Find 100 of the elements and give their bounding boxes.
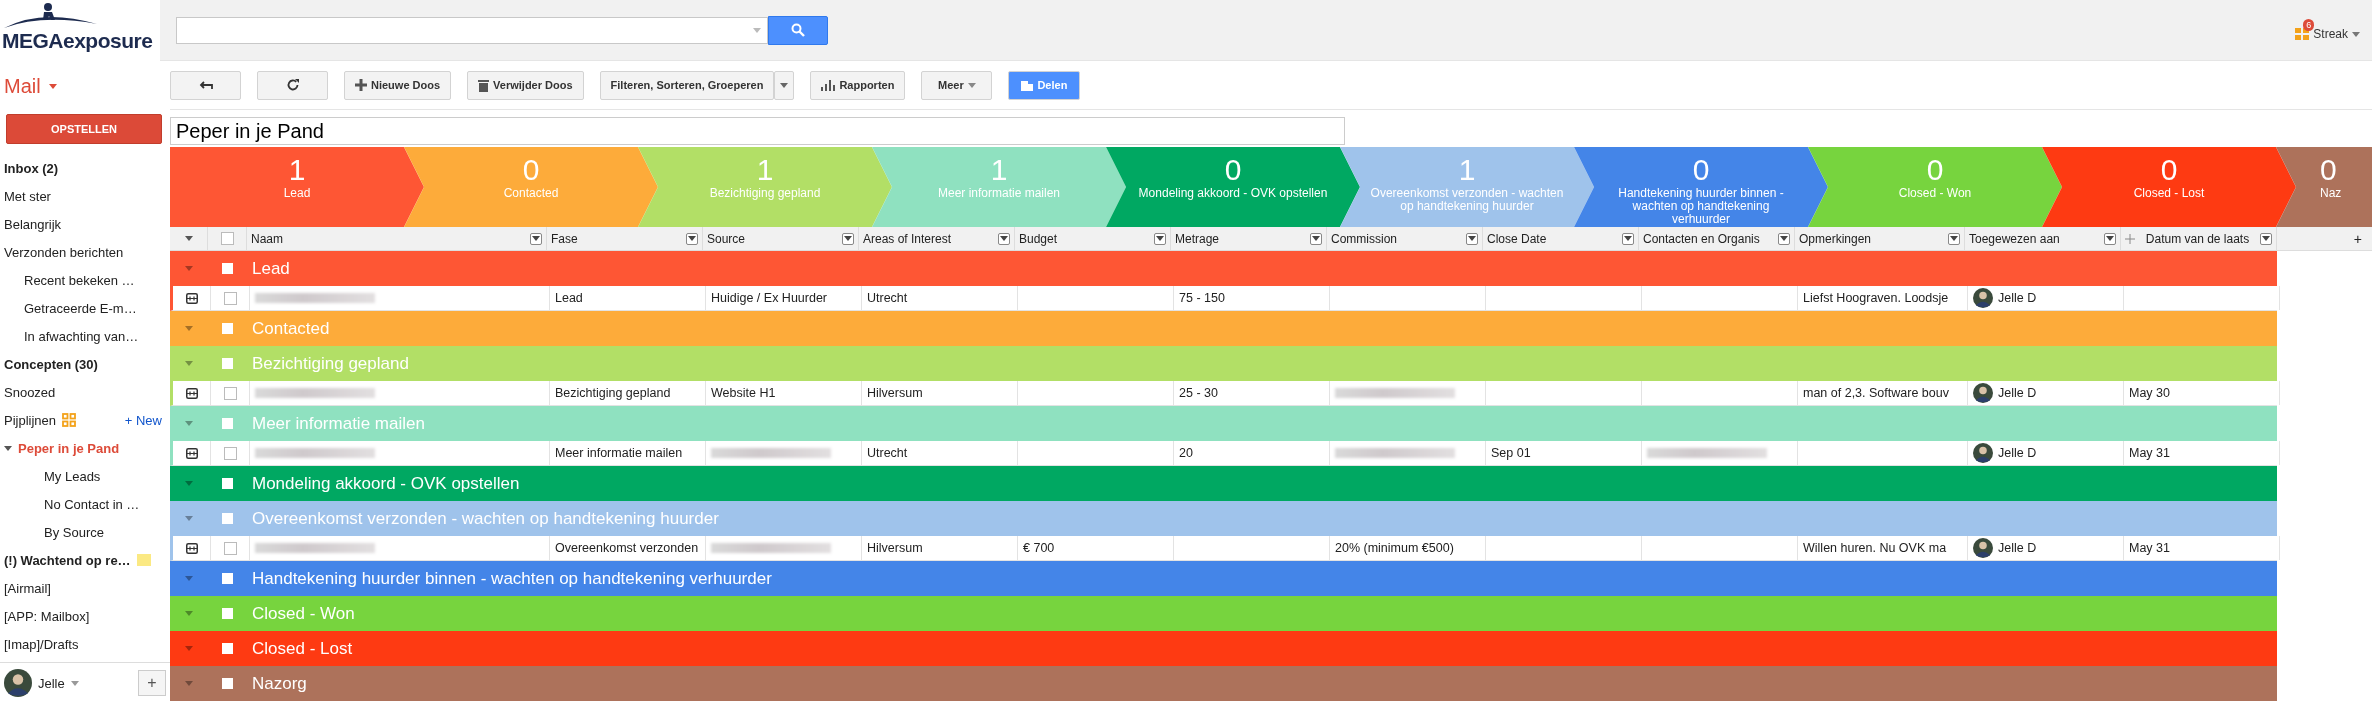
column-menu-icon[interactable]: [530, 232, 542, 245]
column-header[interactable]: Naam: [247, 227, 547, 250]
group-checkbox[interactable]: [222, 323, 233, 334]
sidebar-item[interactable]: [APP: Mailbox]: [0, 602, 170, 630]
filter-button[interactable]: Filteren, Sorteren, Groeperen: [599, 70, 775, 100]
reports-button[interactable]: Rapporten: [810, 70, 906, 100]
column-menu-icon[interactable]: [842, 232, 854, 245]
pipeline-title-field[interactable]: Peper in je Pand: [170, 117, 1345, 145]
group-checkbox[interactable]: [222, 513, 233, 524]
column-menu-icon[interactable]: [1310, 232, 1322, 245]
mail-menu[interactable]: Mail: [0, 64, 170, 100]
search-field[interactable]: [176, 16, 768, 44]
group-checkbox[interactable]: [222, 678, 233, 689]
back-button[interactable]: [170, 70, 241, 100]
row-checkbox[interactable]: [223, 386, 237, 400]
filter-dropdown-button[interactable]: [774, 70, 795, 100]
sidebar-item[interactable]: (!) Wachtend op re…: [0, 546, 170, 574]
sidebar-item[interactable]: Pijplijnen + New: [0, 406, 170, 434]
group-checkbox[interactable]: [222, 263, 233, 274]
cell-text: Willen huren. Nu OVK ma: [1803, 541, 1947, 555]
account-name[interactable]: Jelle: [38, 675, 65, 691]
group-caret-icon: [185, 576, 193, 581]
dropdown-caret-icon: [1000, 236, 1008, 241]
column-header[interactable]: Contacten en Organis: [1639, 227, 1795, 250]
open-box-icon[interactable]: [185, 292, 198, 304]
sidebar-item[interactable]: Snoozed: [0, 378, 170, 406]
caret-icon: [70, 680, 79, 686]
sidebar-item[interactable]: My Leads: [0, 462, 170, 490]
open-box-icon[interactable]: [185, 542, 198, 554]
pipeline-stage[interactable]: 0 Closed - Lost: [2042, 147, 2296, 227]
sidebar-item[interactable]: Inbox (2): [0, 154, 170, 182]
dropdown-caret-icon: [1950, 236, 1958, 241]
notification-badge: 6: [2303, 19, 2315, 31]
column-header[interactable]: Budget: [1015, 227, 1171, 250]
add-button[interactable]: +: [138, 670, 166, 696]
group-checkbox[interactable]: [222, 643, 233, 654]
column-header[interactable]: Fase: [547, 227, 703, 250]
sidebar-item[interactable]: Recent bekeken …: [0, 266, 170, 294]
more-button[interactable]: Meer: [921, 70, 993, 100]
row-checkbox[interactable]: [223, 541, 237, 555]
column-header[interactable]: Opmerkingen: [1795, 227, 1965, 250]
compose-button[interactable]: OPSTELLEN: [6, 114, 162, 144]
open-box-icon[interactable]: [185, 447, 198, 459]
sidebar-item[interactable]: Concepten (30): [0, 350, 170, 378]
delete-box-button[interactable]: Verwijder Doos: [467, 70, 584, 100]
row-checkbox[interactable]: [223, 291, 237, 305]
column-header[interactable]: Metrage: [1171, 227, 1327, 250]
column-menu-icon[interactable]: [1778, 232, 1790, 245]
pipeline-stage[interactable]: 0 Handtekening huurder binnen - wachten op handtekening verhuurder: [1574, 147, 1828, 227]
sidebar-item[interactable]: Peper in je Pand: [0, 434, 170, 462]
column-menu-icon[interactable]: [686, 232, 698, 245]
streak-menu[interactable]: 6 Streak: [2295, 19, 2360, 41]
sidebar-item[interactable]: In afwachting van…: [0, 322, 170, 350]
row-checkbox[interactable]: [223, 446, 237, 460]
column-header[interactable]: Close Date: [1483, 227, 1639, 250]
sidebar-item[interactable]: Met ster: [0, 182, 170, 210]
group-caret-icon: [185, 481, 193, 486]
column-menu-icon[interactable]: [2260, 232, 2272, 245]
group-checkbox[interactable]: [222, 358, 233, 369]
new-link[interactable]: + New: [124, 412, 162, 428]
account-avatar: [4, 669, 32, 697]
open-box-icon[interactable]: [185, 387, 198, 399]
select-all-checkbox[interactable]: [220, 232, 234, 245]
column-menu-icon[interactable]: [998, 232, 1010, 245]
group-header[interactable]: Handtekening huurder binnen - wachten op handtekening verhuurder: [170, 561, 2277, 596]
column-header[interactable]: Commission: [1327, 227, 1483, 250]
column-header[interactable]: Datum van de laats: [2121, 227, 2277, 250]
search-button[interactable]: [768, 15, 828, 45]
avatar: [1973, 383, 1993, 403]
sidebar-item[interactable]: By Source: [0, 518, 170, 546]
refresh-button[interactable]: [257, 70, 328, 100]
sidebar-item[interactable]: Getraceerde E-m…: [0, 294, 170, 322]
sidebar-item[interactable]: No Contact in …: [0, 490, 170, 518]
column-header[interactable]: Source: [703, 227, 859, 250]
column-header[interactable]: Toegewezen aan: [1965, 227, 2121, 250]
column-menu-icon[interactable]: [1948, 232, 1960, 245]
column-menu-icon[interactable]: [1154, 232, 1166, 245]
group-checkbox[interactable]: [222, 478, 233, 489]
sidebar-item[interactable]: [Imap]/Drafts: [0, 630, 170, 658]
cell-text: Hilversum: [867, 541, 923, 555]
column-menu-icon[interactable]: [1466, 232, 1478, 245]
group-checkbox[interactable]: [222, 608, 233, 619]
cell-text: Overeenkomst verzonden: [555, 541, 699, 555]
logo-text: MEGAexposure: [2, 30, 153, 52]
pipeline-stage[interactable]: 0 Naz: [2276, 147, 2372, 227]
column-menu-icon[interactable]: [1622, 232, 1634, 245]
column-header[interactable]: Areas of Interest: [859, 227, 1015, 250]
dropdown-caret-icon: [1312, 236, 1320, 241]
group-checkbox[interactable]: [222, 573, 233, 584]
sidebar-item[interactable]: [Airmail]: [0, 574, 170, 602]
refresh-icon: [285, 78, 300, 92]
new-box-button[interactable]: Nieuwe Doos: [344, 70, 452, 100]
cell-text: May 30: [2129, 386, 2170, 400]
group-header[interactable]: Closed - Lost: [170, 631, 2277, 666]
sidebar-item[interactable]: Belangrijk: [0, 210, 170, 238]
column-menu-icon[interactable]: [2104, 232, 2116, 245]
add-column-button[interactable]: +: [2353, 230, 2362, 247]
group-checkbox[interactable]: [222, 418, 233, 429]
group-header[interactable]: Nazorg: [170, 666, 2277, 701]
sidebar-item[interactable]: Verzonden berichten: [0, 238, 170, 266]
